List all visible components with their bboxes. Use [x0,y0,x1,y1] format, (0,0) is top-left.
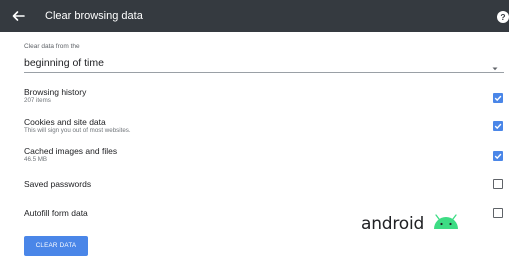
cached-images-checkbox[interactable] [493,151,503,161]
browsing-history-checkbox[interactable] [493,93,503,103]
clear-data-button[interactable]: CLEAR DATA [24,236,88,256]
row-title: Cached images and files [24,146,118,156]
saved-passwords-checkbox[interactable] [493,179,503,189]
row-subtitle: This will sign you out of most websites. [24,127,131,134]
row-subtitle: 207 items [24,97,51,104]
cookies-row[interactable]: Cookies and site data This will sign you… [24,117,509,137]
android-wordmark: android [361,214,425,234]
cached-images-row[interactable]: Cached images and files 46.5 MB [24,146,509,166]
back-arrow-icon[interactable] [9,7,27,25]
time-range-label: Clear data from the [24,43,80,50]
dropdown-triangle-icon [491,59,499,71]
android-robot-icon [433,214,459,235]
autofill-checkbox[interactable] [493,208,503,218]
app-bar: Clear browsing data ? [0,0,509,32]
browsing-history-row[interactable]: Browsing history 207 items [24,87,509,107]
row-title: Saved passwords [24,179,92,189]
time-range-value: beginning of time [24,57,104,69]
help-icon[interactable]: ? [497,10,509,23]
svg-text:?: ? [500,12,505,22]
saved-passwords-row[interactable]: Saved passwords [24,179,509,191]
time-range-dropdown[interactable]: beginning of time [24,55,504,73]
page-title: Clear browsing data [45,10,143,22]
row-title: Cookies and site data [24,117,106,127]
cookies-checkbox[interactable] [493,121,503,131]
row-title: Autofill form data [24,208,88,218]
row-subtitle: 46.5 MB [24,156,48,163]
row-title: Browsing history [24,87,87,97]
